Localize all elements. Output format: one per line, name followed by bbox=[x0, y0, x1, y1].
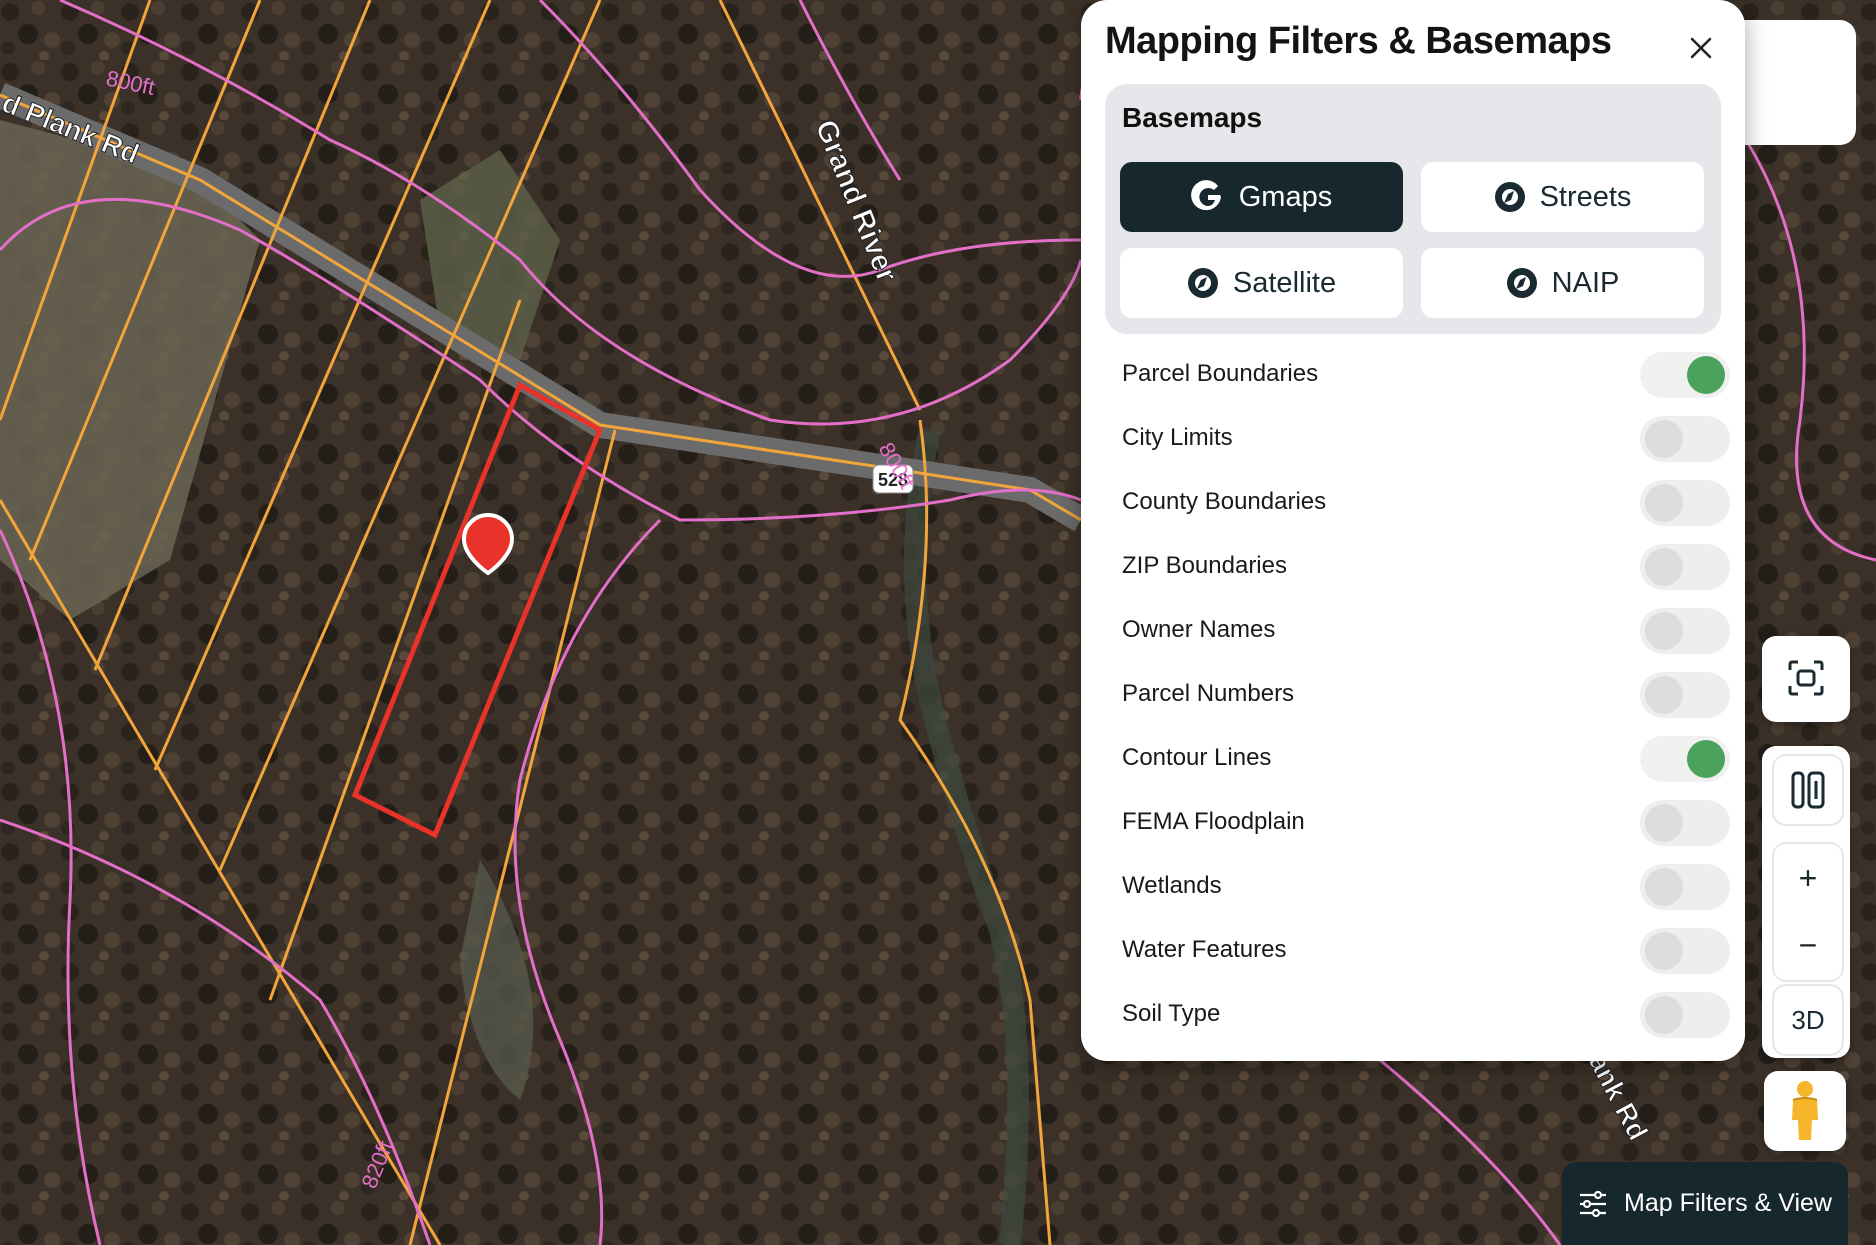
toggle-knob bbox=[1645, 420, 1683, 458]
basemap-label: Gmaps bbox=[1238, 180, 1333, 213]
close-button[interactable] bbox=[1681, 28, 1721, 68]
compass-icon bbox=[1494, 182, 1525, 212]
layer-row-city-limits: City Limits bbox=[1105, 412, 1730, 466]
map-filters-view-button[interactable]: Map Filters & View bbox=[1562, 1162, 1848, 1245]
basemap-label: Satellite bbox=[1232, 266, 1337, 299]
layer-row-fema-floodplain: FEMA Floodplain bbox=[1105, 796, 1730, 850]
sliders-icon bbox=[1580, 1190, 1607, 1217]
layer-row-owner-names: Owner Names bbox=[1105, 604, 1730, 658]
toggle-fema-floodplain[interactable] bbox=[1640, 800, 1730, 846]
street-view-pegman-icon bbox=[1792, 1081, 1818, 1140]
toggle-parcel-boundaries[interactable] bbox=[1640, 352, 1730, 398]
fit-screen-card bbox=[1762, 636, 1850, 722]
toggle-wetlands[interactable] bbox=[1640, 864, 1730, 910]
basemap-naip-button[interactable]: NAIP bbox=[1421, 248, 1704, 318]
layer-label: ZIP Boundaries bbox=[1122, 552, 1287, 579]
mapping-filters-panel: Mapping Filters & Basemaps Basemaps Gmap… bbox=[1081, 0, 1745, 1061]
basemaps-section: Basemaps Gmaps Streets Satellite NAIP bbox=[1105, 84, 1721, 334]
layer-row-parcel-boundaries: Parcel Boundaries bbox=[1105, 348, 1730, 402]
toggle-owner-names[interactable] bbox=[1640, 608, 1730, 654]
panel-title: Mapping Filters & Basemaps bbox=[1105, 20, 1612, 62]
toggle-county-boundaries[interactable] bbox=[1640, 480, 1730, 526]
toggle-knob bbox=[1645, 996, 1683, 1034]
toggle-knob bbox=[1645, 612, 1683, 650]
toggle-knob bbox=[1645, 868, 1683, 906]
background-card bbox=[1740, 20, 1856, 145]
layer-label: Water Features bbox=[1122, 936, 1287, 963]
toggle-knob bbox=[1687, 740, 1725, 778]
split-view-icon bbox=[1791, 771, 1825, 809]
compass-icon bbox=[1187, 268, 1218, 298]
layer-label: Soil Type bbox=[1122, 1000, 1221, 1027]
toggle-zip-boundaries[interactable] bbox=[1640, 544, 1730, 590]
layer-label: County Boundaries bbox=[1122, 488, 1327, 515]
toggle-knob bbox=[1645, 932, 1683, 970]
toggle-knob bbox=[1645, 676, 1683, 714]
layer-row-zip-boundaries: ZIP Boundaries bbox=[1105, 540, 1730, 594]
toggle-water-features[interactable] bbox=[1640, 928, 1730, 974]
split-view-button[interactable] bbox=[1772, 754, 1844, 826]
basemap-satellite-button[interactable]: Satellite bbox=[1120, 248, 1403, 318]
toggle-knob bbox=[1645, 484, 1683, 522]
layer-label: Parcel Boundaries bbox=[1122, 360, 1319, 387]
layer-row-contour-lines: Contour Lines bbox=[1105, 732, 1730, 786]
layer-label: Wetlands bbox=[1122, 872, 1222, 899]
toggle-parcel-numbers[interactable] bbox=[1640, 672, 1730, 718]
google-g-icon bbox=[1190, 180, 1221, 211]
basemap-label: Streets bbox=[1539, 180, 1632, 213]
toggle-city-limits[interactable] bbox=[1640, 416, 1730, 462]
layer-row-water-features: Water Features bbox=[1105, 924, 1730, 978]
layer-row-wetlands: Wetlands bbox=[1105, 860, 1730, 914]
layer-label: Parcel Numbers bbox=[1122, 680, 1295, 707]
toggle-contour-lines[interactable] bbox=[1640, 736, 1730, 782]
map-filters-view-label: Map Filters & View bbox=[1624, 1189, 1832, 1217]
basemaps-title: Basemaps bbox=[1122, 102, 1263, 133]
layer-label: Owner Names bbox=[1122, 616, 1276, 643]
basemap-gmaps-button[interactable]: Gmaps bbox=[1120, 162, 1403, 232]
layer-row-soil-type: Soil Type bbox=[1105, 988, 1730, 1042]
toggle-knob bbox=[1645, 804, 1683, 842]
compass-icon bbox=[1506, 268, 1537, 298]
toggle-soil-type[interactable] bbox=[1640, 992, 1730, 1038]
zoom-controls: + − bbox=[1772, 842, 1844, 982]
fit-screen-icon bbox=[1788, 660, 1824, 696]
layer-label: City Limits bbox=[1122, 424, 1233, 451]
layer-row-county-boundaries: County Boundaries bbox=[1105, 476, 1730, 530]
fit-screen-button[interactable] bbox=[1772, 644, 1840, 712]
layer-label: FEMA Floodplain bbox=[1122, 808, 1305, 835]
map-controls-card: + − 3D bbox=[1762, 746, 1850, 1058]
3d-button[interactable]: 3D bbox=[1772, 984, 1844, 1056]
layer-row-parcel-numbers: Parcel Numbers bbox=[1105, 668, 1730, 722]
street-view-card bbox=[1764, 1071, 1846, 1151]
zoom-out-button[interactable]: − bbox=[1799, 927, 1818, 964]
basemap-label: NAIP bbox=[1551, 266, 1620, 299]
close-icon bbox=[1690, 37, 1712, 59]
layer-label: Contour Lines bbox=[1122, 744, 1272, 771]
3d-label: 3D bbox=[1791, 1004, 1825, 1035]
street-view-button[interactable] bbox=[1770, 1077, 1840, 1145]
basemap-streets-button[interactable]: Streets bbox=[1421, 162, 1704, 232]
zoom-in-button[interactable]: + bbox=[1799, 860, 1818, 897]
toggle-knob bbox=[1645, 548, 1683, 586]
toggle-knob bbox=[1687, 356, 1725, 394]
